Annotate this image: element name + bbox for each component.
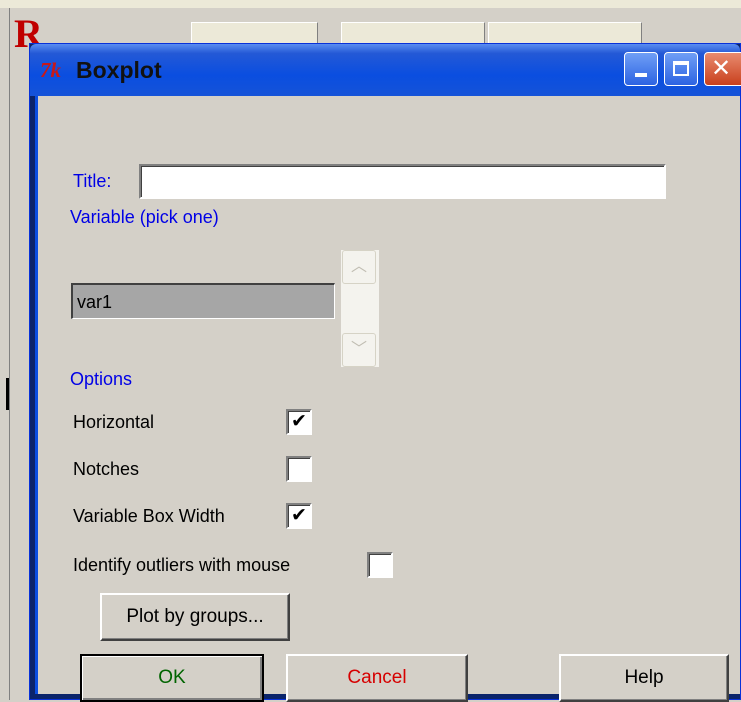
maximize-icon [673, 61, 689, 76]
checkmark-icon: ✔ [291, 411, 307, 432]
dialog-body: Title: Variable (pick one) var1 ︿ ﹀ Opti… [35, 96, 740, 702]
scroll-down-button[interactable]: ﹀ [342, 333, 376, 367]
title-bar[interactable]: 7k Boxplot ✕ [30, 44, 741, 96]
identify-outliers-label: Identify outliers with mouse [73, 555, 291, 575]
ok-button-label: OK [158, 667, 186, 688]
chevron-down-icon: ﹀ [350, 341, 367, 358]
background-top-strip [0, 0, 741, 8]
cancel-button[interactable]: Cancel [286, 654, 468, 702]
title-label: Title: [73, 171, 112, 191]
chevron-up-icon: ︿ [350, 258, 367, 275]
cancel-button-label: Cancel [347, 667, 407, 688]
horizontal-label: Horizontal [73, 412, 155, 432]
minimize-button[interactable] [624, 52, 658, 86]
variable-scrollbar[interactable]: ︿ ﹀ [341, 250, 379, 367]
identify-outliers-checkbox[interactable] [367, 552, 393, 578]
notches-checkbox[interactable] [286, 456, 312, 482]
title-input[interactable] [139, 164, 666, 199]
background-divider [9, 8, 10, 700]
plot-by-groups-button[interactable]: Plot by groups... [100, 593, 290, 641]
variable-list-item[interactable]: var1 [77, 291, 112, 313]
close-button[interactable]: ✕ [704, 52, 741, 86]
ok-button[interactable]: OK [80, 654, 264, 702]
scroll-up-button[interactable]: ︿ [342, 250, 376, 284]
window-title: Boxplot [76, 57, 162, 83]
maximize-button[interactable] [664, 52, 698, 86]
notches-label: Notches [73, 459, 140, 479]
variable-listbox[interactable]: var1 [71, 283, 335, 319]
checkmark-icon: ✔ [291, 505, 307, 526]
help-button[interactable]: Help [559, 654, 729, 702]
minimize-icon [635, 73, 647, 77]
background-marker [6, 378, 9, 410]
close-icon: ✕ [710, 55, 732, 82]
tk-app-icon[interactable]: 7k [40, 58, 70, 82]
options-label: Options [70, 369, 133, 389]
boxplot-dialog: 7k Boxplot ✕ Title: Variable (pick one) … [29, 43, 741, 702]
variable-label: Variable (pick one) [70, 207, 219, 227]
variable-box-width-label: Variable Box Width [73, 506, 225, 526]
horizontal-checkbox[interactable]: ✔ [286, 409, 312, 435]
variable-box-width-checkbox[interactable]: ✔ [286, 503, 312, 529]
